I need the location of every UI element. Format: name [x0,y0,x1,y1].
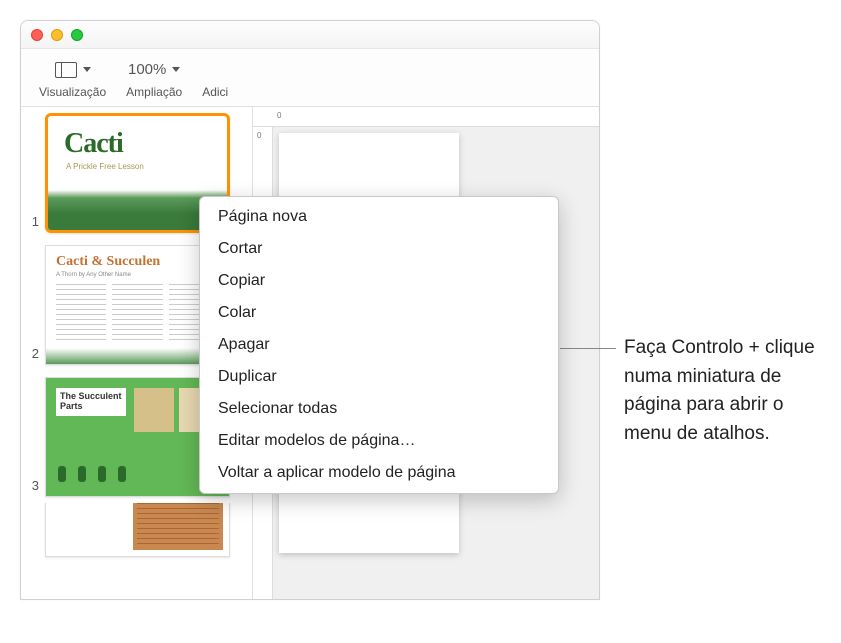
menu-item-select-all[interactable]: Selecionar todas [200,393,558,425]
menu-item-edit-templates[interactable]: Editar modelos de página… [200,425,558,457]
view-tool[interactable]: Visualização [29,49,116,106]
thumb-title: Cacti [48,116,227,160]
zoom-value: 100% [128,61,166,78]
fullscreen-window-button[interactable] [71,29,83,41]
close-window-button[interactable] [31,29,43,41]
cactus-icon [98,466,106,482]
page-thumbnail-4[interactable]: The Past + Future of Succulents [45,503,230,557]
cactus-icon [118,466,126,482]
menu-item-delete[interactable]: Apagar [200,329,558,361]
callout-line [560,348,616,349]
add-label: Adici [202,85,228,99]
menu-item-duplicate[interactable]: Duplicar [200,361,558,393]
minimize-window-button[interactable] [51,29,63,41]
thumb-title: The Succulent Parts [56,388,126,416]
thumb-subtitle: A Prickle Free Lesson [48,162,227,171]
titlebar [21,21,599,49]
context-menu: Página nova Cortar Copiar Colar Apagar D… [199,196,559,494]
add-tool[interactable]: Adici [192,49,238,106]
thumbnail-number: 2 [25,346,45,365]
menu-item-cut[interactable]: Cortar [200,233,558,265]
chevron-down-icon [83,67,91,72]
zoom-label: Ampliação [126,85,182,99]
view-label: Visualização [39,85,106,99]
zoom-tool[interactable]: 100% Ampliação [116,49,192,106]
cactus-icon [58,466,66,482]
view-icon [55,62,77,78]
thumbnail-number: 1 [25,214,45,233]
ruler-tick: 0 [277,111,281,120]
thumbnail-row-4[interactable]: 4 The Past + Future of Succulents [21,503,252,563]
menu-item-reapply-template[interactable]: Voltar a aplicar modelo de página [200,457,558,489]
menu-item-paste[interactable]: Colar [200,297,558,329]
toolbar: Visualização 100% Ampliação Adici [21,49,599,107]
menu-item-copy[interactable]: Copiar [200,265,558,297]
thumbnail-number: 3 [25,478,45,497]
thumb-body [133,503,223,550]
callout-text: Faça Controlo + clique numa miniatura de… [624,334,824,448]
chevron-down-icon [172,67,180,72]
ruler-tick: 0 [257,131,261,140]
menu-item-new-page[interactable]: Página nova [200,201,558,233]
horizontal-ruler[interactable]: 0 [253,107,599,127]
cactus-icon [78,466,86,482]
